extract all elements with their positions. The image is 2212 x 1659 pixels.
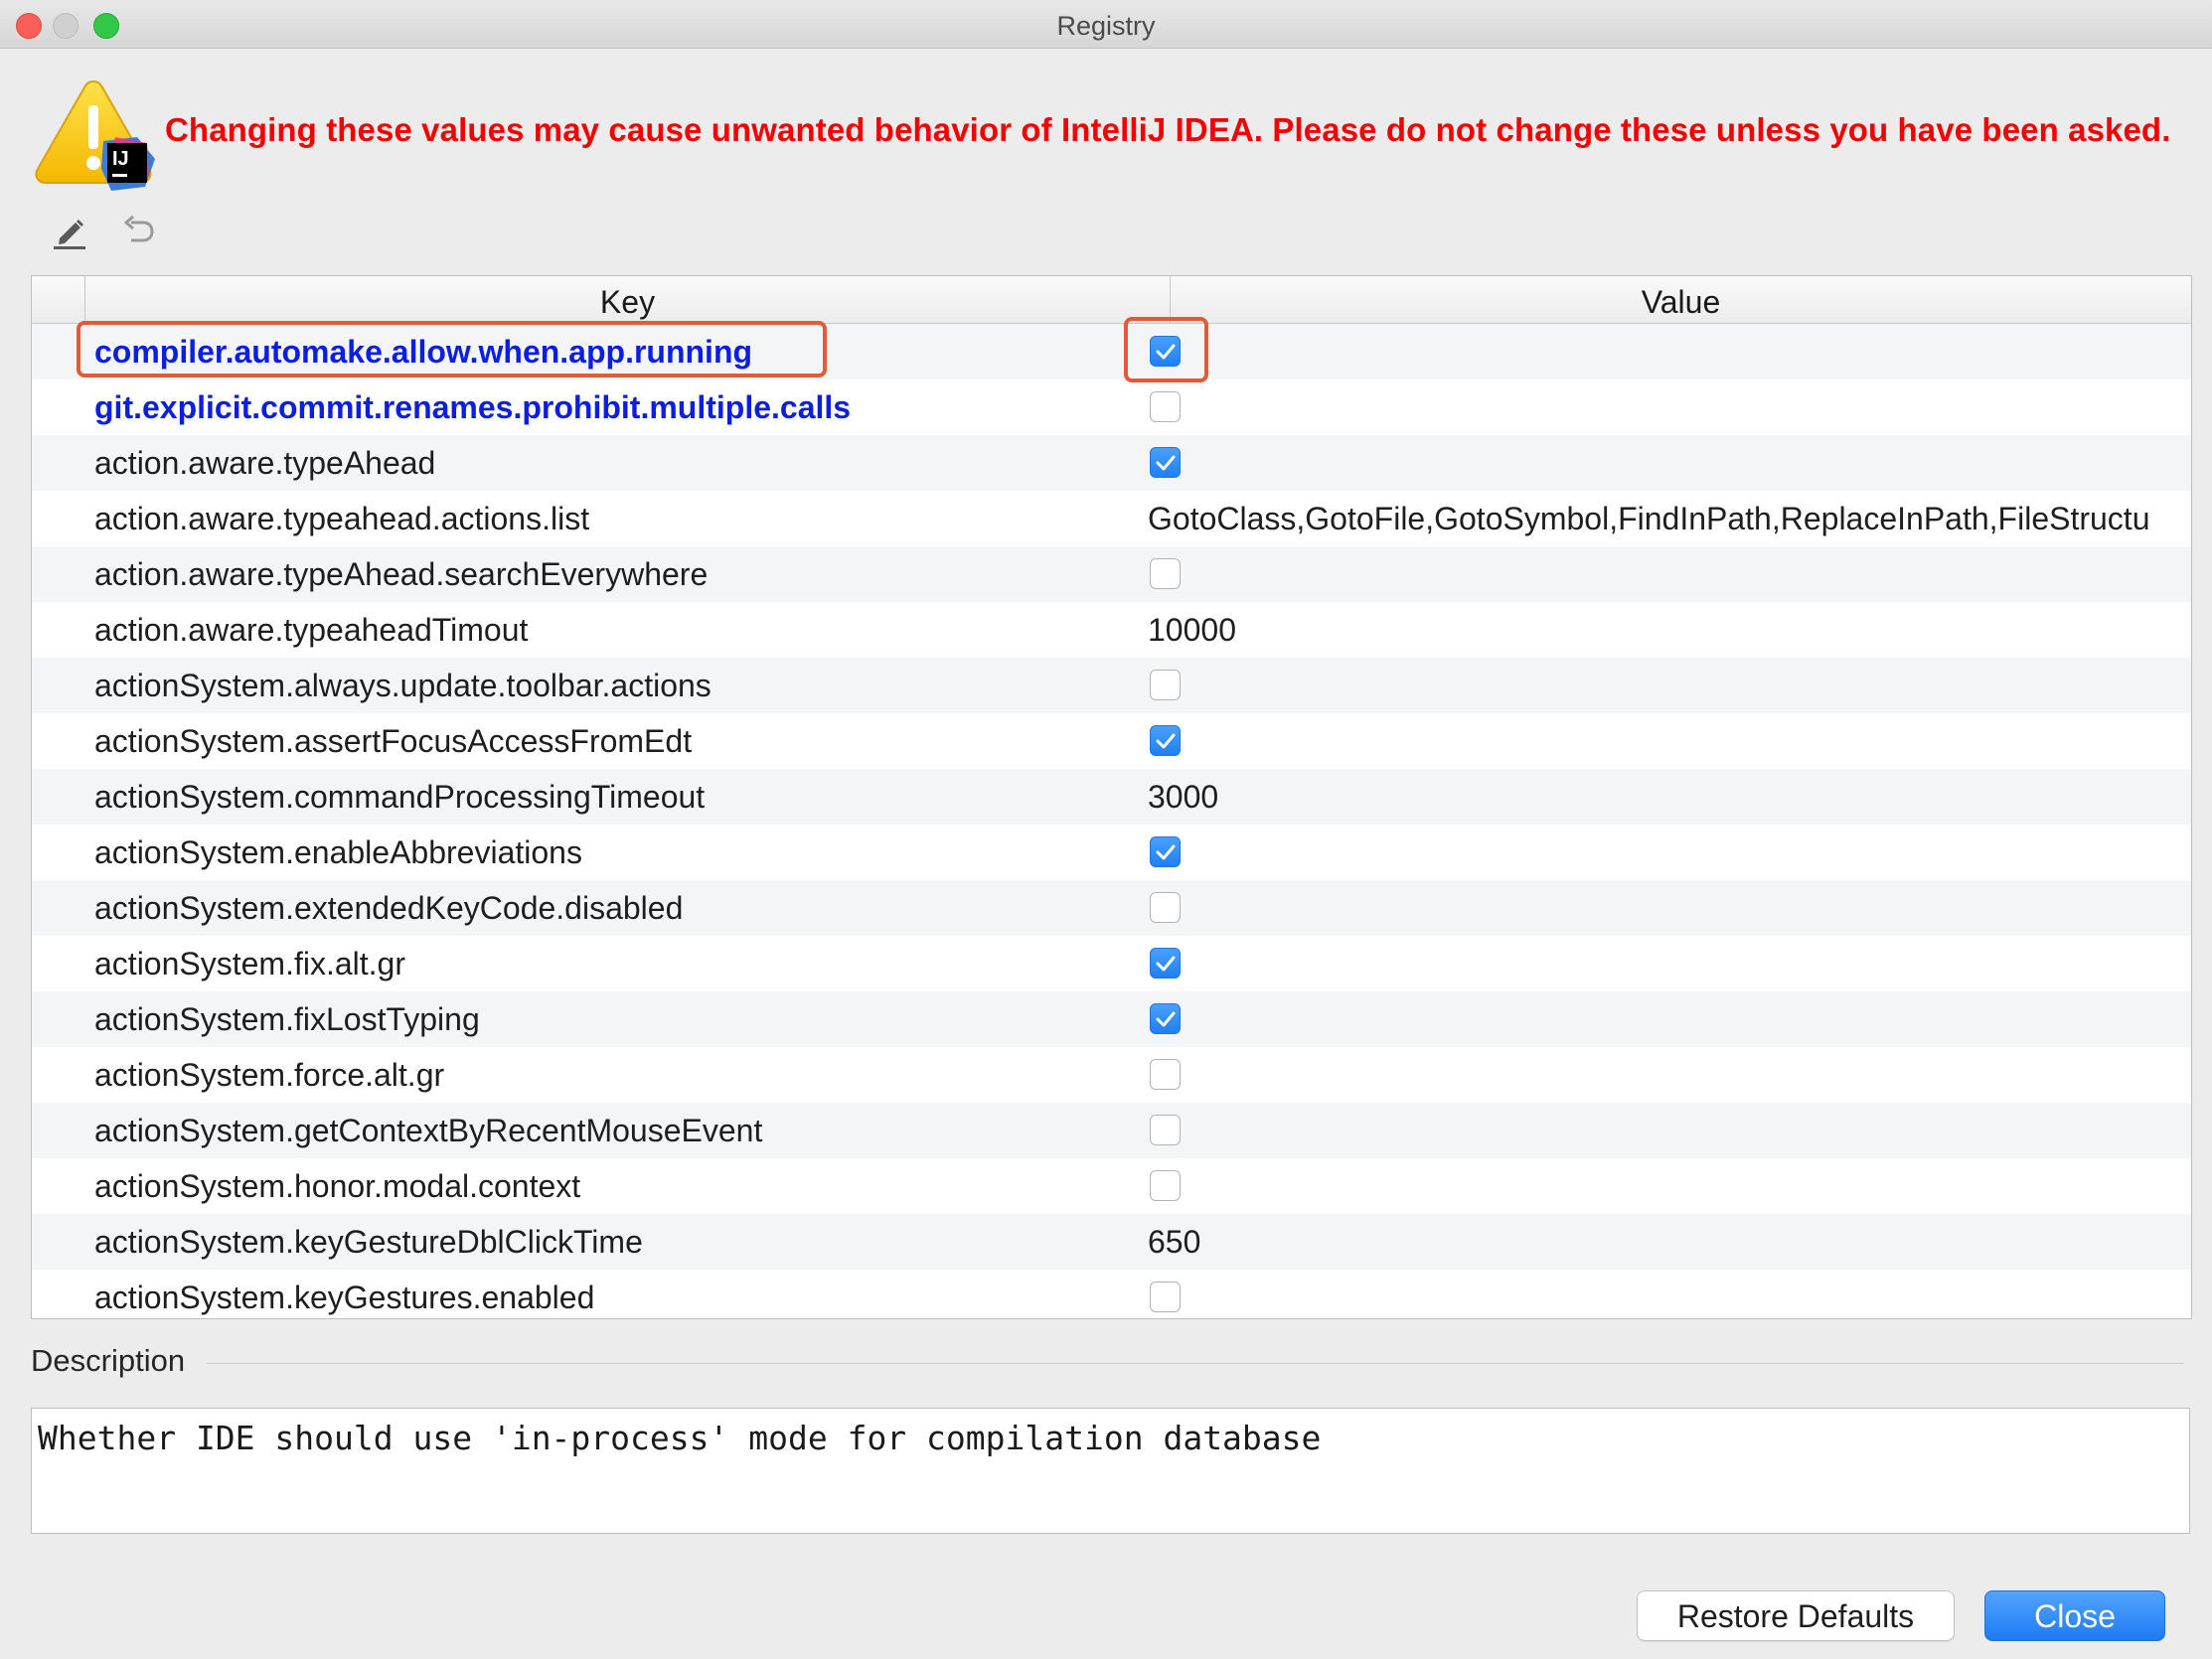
row-value-text[interactable]: 10000 <box>1148 602 2191 658</box>
window-title: Registry <box>1056 11 1156 41</box>
row-value-text[interactable]: GotoClass,GotoFile,GotoSymbol,FindInPath… <box>1148 491 2191 546</box>
table-row[interactable]: actionSystem.honor.modal.context <box>32 1158 2191 1214</box>
row-value-checkbox[interactable] <box>1150 892 1181 923</box>
header-corner <box>32 276 85 323</box>
table-row[interactable]: actionSystem.extendedKeyCode.disabled <box>32 880 2191 936</box>
registry-table[interactable]: Key Value compiler.automake.allow.when.a… <box>31 275 2192 1319</box>
table-row[interactable]: actionSystem.fixLostTyping <box>32 991 2191 1047</box>
table-row[interactable]: action.aware.typeahead.actions.list GotoC… <box>32 491 2191 546</box>
row-key: actionSystem.commandProcessingTimeout <box>94 779 706 815</box>
row-key: action.aware.typeahead.actions.list <box>94 501 590 536</box>
warning-message: Changing these values may cause unwanted… <box>165 111 2171 148</box>
row-key: actionSystem.fix.alt.gr <box>94 946 405 981</box>
checkmark-icon <box>1156 733 1176 749</box>
revert-button[interactable] <box>115 209 159 252</box>
pencil-icon <box>54 220 85 249</box>
checkmark-icon <box>1156 455 1176 471</box>
close-button[interactable]: Close <box>1984 1590 2165 1641</box>
table-row[interactable]: actionSystem.getContextByRecentMouseEven… <box>32 1103 2191 1158</box>
row-key: actionSystem.keyGestureDblClickTime <box>94 1224 643 1260</box>
table-row[interactable]: actionSystem.fix.alt.gr <box>32 936 2191 991</box>
warning-icon: IJ <box>32 77 161 195</box>
row-key: actionSystem.enableAbbreviations <box>94 834 582 870</box>
table-row[interactable]: actionSystem.force.alt.gr <box>32 1047 2191 1103</box>
highlight-box-key <box>77 321 827 377</box>
table-row[interactable]: actionSystem.assertFocusAccessFromEdt <box>32 713 2191 769</box>
row-key: actionSystem.force.alt.gr <box>94 1057 445 1093</box>
row-value-checkbox[interactable] <box>1150 1170 1181 1201</box>
table-row[interactable]: git.explicit.commit.renames.prohibit.mul… <box>32 379 2191 435</box>
row-key: actionSystem.honor.modal.context <box>94 1168 581 1204</box>
row-value-checkbox[interactable] <box>1150 558 1181 589</box>
table-row[interactable]: actionSystem.keyGestureDblClickTime 650 <box>32 1214 2191 1270</box>
row-key: action.aware.typeAhead.searchEverywhere <box>94 556 709 592</box>
checkmark-icon <box>1156 956 1176 972</box>
table-row[interactable]: action.aware.typeAhead <box>32 435 2191 491</box>
row-value-checkbox[interactable] <box>1150 1003 1181 1034</box>
row-value-checkbox[interactable] <box>1150 391 1181 422</box>
table-row[interactable]: action.aware.typeaheadTimout 10000 <box>32 602 2191 658</box>
row-value-checkbox[interactable] <box>1150 1059 1181 1090</box>
row-value-checkbox[interactable] <box>1150 836 1181 867</box>
row-value-checkbox[interactable] <box>1150 447 1181 478</box>
table-header: Key Value <box>32 276 2191 324</box>
description-text: Whether IDE should use 'in-process' mode… <box>38 1419 1322 1457</box>
row-value-checkbox[interactable] <box>1150 1115 1181 1145</box>
table-row[interactable]: actionSystem.enableAbbreviations <box>32 825 2191 880</box>
table-row[interactable]: action.aware.typeAhead.searchEverywhere <box>32 546 2191 602</box>
row-key: actionSystem.always.update.toolbar.actio… <box>94 668 711 703</box>
column-header-value[interactable]: Value <box>1171 276 2191 323</box>
description-label: Description <box>31 1343 186 1378</box>
row-key: actionSystem.getContextByRecentMouseEven… <box>94 1113 763 1148</box>
row-value-text[interactable]: 3000 <box>1148 769 2191 825</box>
row-value-checkbox[interactable] <box>1150 1282 1181 1312</box>
description-box: Whether IDE should use 'in-process' mode… <box>31 1408 2190 1534</box>
restore-defaults-button[interactable]: Restore Defaults <box>1637 1590 1955 1641</box>
ij-logo-text: IJ <box>112 148 129 170</box>
row-value-checkbox[interactable] <box>1150 948 1181 979</box>
checkmark-icon <box>1156 844 1176 860</box>
row-key: actionSystem.fixLostTyping <box>94 1001 480 1037</box>
highlight-box-value <box>1124 317 1208 382</box>
table-row[interactable]: actionSystem.always.update.toolbar.actio… <box>32 658 2191 713</box>
checkmark-icon <box>1156 1011 1176 1027</box>
table-row[interactable]: actionSystem.keyGestures.enabled <box>32 1270 2191 1318</box>
row-key: action.aware.typeaheadTimout <box>94 612 529 648</box>
row-key: actionSystem.extendedKeyCode.disabled <box>94 890 684 926</box>
row-key: git.explicit.commit.renames.prohibit.mul… <box>94 389 852 425</box>
row-value-checkbox[interactable] <box>1150 670 1181 700</box>
edit-button[interactable] <box>48 209 91 252</box>
row-value-checkbox[interactable] <box>1150 725 1181 756</box>
row-key: action.aware.typeAhead <box>94 445 436 481</box>
row-value-text[interactable]: 650 <box>1148 1214 2191 1270</box>
table-row[interactable]: actionSystem.commandProcessingTimeout 300… <box>32 769 2191 825</box>
undo-icon <box>123 215 154 242</box>
description-divider <box>207 1363 2184 1364</box>
column-header-key[interactable]: Key <box>85 276 1171 323</box>
row-key: actionSystem.assertFocusAccessFromEdt <box>94 723 693 759</box>
title-bar: Registry <box>0 0 2212 49</box>
row-key: actionSystem.keyGestures.enabled <box>94 1280 595 1315</box>
registry-dialog: Registry IJ Changing these values may ca… <box>0 0 2212 1659</box>
